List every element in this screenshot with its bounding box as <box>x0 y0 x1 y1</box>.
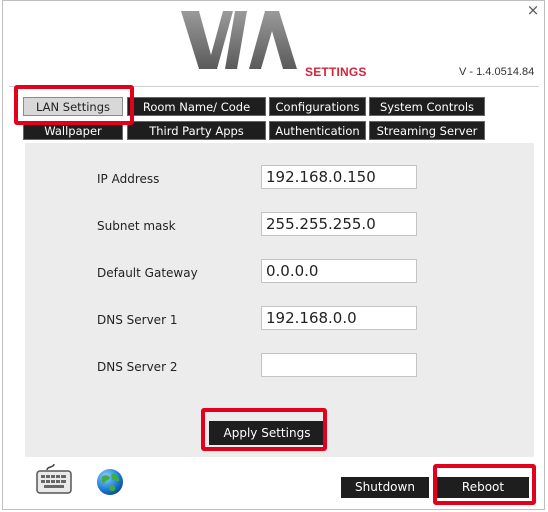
tab-system-controls[interactable]: System Controls <box>369 97 485 116</box>
tab-lan-settings[interactable]: LAN Settings <box>23 97 123 116</box>
version-label: V - 1.4.0514.84 <box>459 66 535 78</box>
keyboard-icon[interactable] <box>35 462 73 494</box>
settings-title: SETTINGS <box>305 65 367 79</box>
tab-streaming-server[interactable]: Streaming Server <box>369 121 485 140</box>
tab-wallpaper[interactable]: Wallpaper <box>23 121 123 140</box>
tab-third-party-apps[interactable]: Third Party Apps <box>127 121 266 140</box>
default-gateway-label: Default Gateway <box>97 266 198 280</box>
settings-window: × SETTINGS V - 1.4.0514.84 LAN Settings … <box>2 0 545 510</box>
dns-server-2-label: DNS Server 2 <box>97 360 178 374</box>
lan-settings-panel <box>25 143 534 457</box>
tab-authentication[interactable]: Authentication <box>269 121 366 140</box>
shutdown-button[interactable]: Shutdown <box>341 477 429 498</box>
tab-room-name-code[interactable]: Room Name/ Code <box>127 97 266 116</box>
subnet-mask-input[interactable]: 255.255.255.0 <box>261 212 417 236</box>
dns-server-2-input[interactable] <box>261 353 417 377</box>
globe-icon[interactable] <box>96 468 124 496</box>
dns-server-1-label: DNS Server 1 <box>97 313 178 327</box>
ip-address-input[interactable]: 192.168.0.150 <box>261 165 417 189</box>
dns-server-1-input[interactable]: 192.168.0.0 <box>261 306 417 330</box>
tab-configurations[interactable]: Configurations <box>269 97 366 116</box>
via-logo <box>181 11 297 69</box>
default-gateway-input[interactable]: 0.0.0.0 <box>261 259 417 283</box>
header-divider <box>9 86 539 87</box>
reboot-button[interactable]: Reboot <box>437 477 529 498</box>
close-icon[interactable]: × <box>526 3 540 18</box>
ip-address-label: IP Address <box>97 172 160 186</box>
subnet-mask-label: Subnet mask <box>97 219 176 233</box>
apply-settings-button[interactable]: Apply Settings <box>209 421 325 445</box>
